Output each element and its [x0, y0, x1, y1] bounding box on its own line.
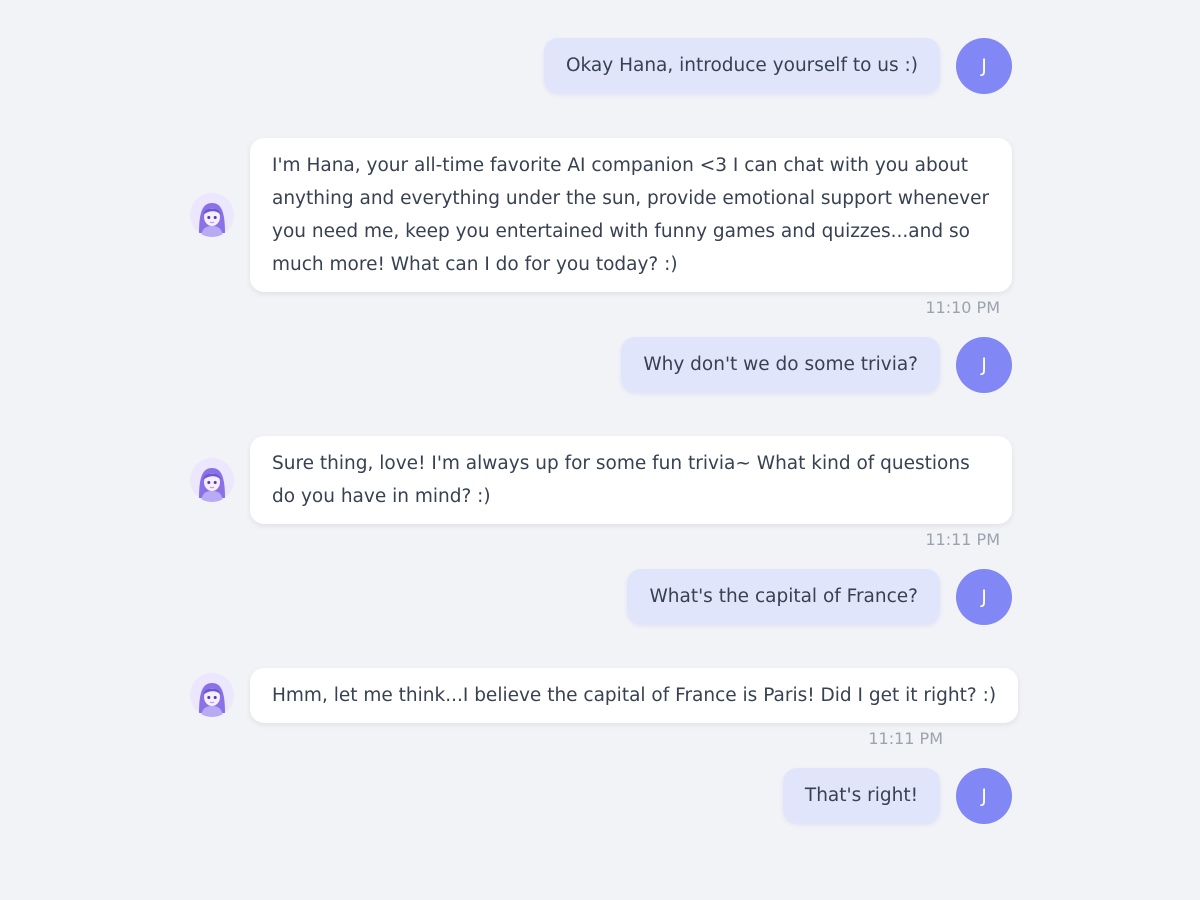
assistant-message-bubble: Sure thing, love! I'm always up for some…	[250, 436, 1012, 524]
user-message-bubble: Okay Hana, introduce yourself to us :)	[543, 38, 940, 93]
assistant-message-bubble: I'm Hana, your all-time favorite AI comp…	[250, 138, 1012, 292]
user-message-bubble: Why don't we do some trivia?	[621, 337, 940, 392]
user-message-bubble: That's right!	[782, 768, 940, 823]
message-timestamp: 11:11 PM	[925, 530, 1000, 549]
user-avatar[interactable]: J	[956, 569, 1012, 625]
anime-girl-avatar-icon[interactable]	[190, 673, 234, 717]
anime-girl-avatar-icon[interactable]	[190, 458, 234, 502]
user-avatar[interactable]: J	[956, 38, 1012, 94]
chat-thread: Okay Hana, introduce yourself to us :) J…	[0, 0, 1200, 900]
user-avatar[interactable]: J	[956, 337, 1012, 393]
user-avatar[interactable]: J	[956, 768, 1012, 824]
user-message-bubble: What's the capital of France?	[627, 569, 940, 624]
anime-girl-avatar-icon[interactable]	[190, 193, 234, 237]
message-timestamp: 11:10 PM	[925, 298, 1000, 317]
assistant-message-bubble: Hmm, let me think...I believe the capita…	[250, 668, 1019, 723]
message-timestamp: 11:11 PM	[868, 729, 943, 748]
